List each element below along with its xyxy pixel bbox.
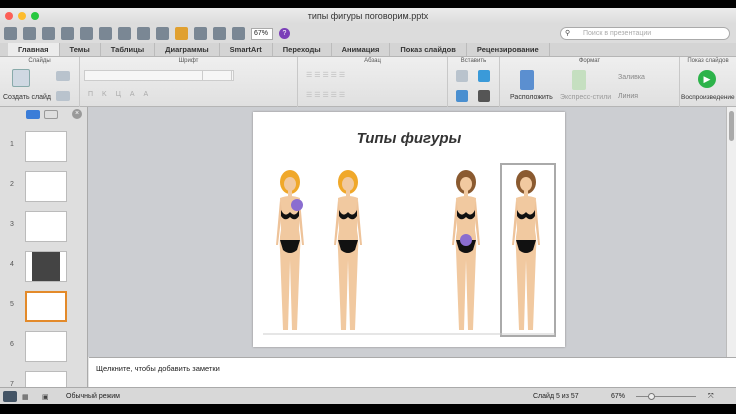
save-icon[interactable] (61, 27, 74, 40)
tab-home[interactable]: Главная (8, 43, 60, 56)
ribbon: Слайды Создать слайд Шрифт ПKЦAA Абзац ☰… (0, 57, 736, 107)
fit-window-icon[interactable]: ⤧ (708, 388, 714, 405)
zoom-percent: 67% (611, 393, 626, 400)
quick-styles-button[interactable]: Экспресс-стили (560, 94, 611, 101)
standard-toolbar: 67% ? ⚲ Поиск в презентации (0, 24, 736, 43)
minimize-button[interactable] (18, 12, 26, 20)
editor-area: × 1 2 3 4 5 6 7 Типы фигуры (0, 107, 736, 402)
figure-4 (512, 170, 540, 330)
slideshow-view-button[interactable]: ▣ (42, 389, 49, 406)
tab-themes[interactable]: Темы (60, 43, 101, 56)
group-paragraph: Абзац ☰ ☰ ☰ ☰ ☰ ☰ ☰ ☰ ☰ ☰ (298, 57, 448, 107)
redo-icon[interactable] (194, 27, 207, 40)
group-format: Формат Расположить Экспресс-стили Заливк… (500, 57, 680, 107)
group-font: Шрифт ПKЦAA (80, 57, 298, 107)
slide-sorter-icon[interactable] (213, 27, 226, 40)
copy-icon[interactable] (118, 27, 131, 40)
group-slides: Слайды Создать слайд (0, 57, 80, 107)
close-panel-icon[interactable]: × (72, 109, 82, 119)
close-button[interactable] (5, 12, 13, 20)
textbox-icon[interactable] (456, 70, 468, 82)
tab-slideshow[interactable]: Показ слайдов (390, 43, 467, 56)
ribbon-tabs: Главная Темы Таблицы Диаграммы SmartArt … (0, 43, 736, 57)
new-icon[interactable] (4, 27, 17, 40)
slide-thumbnail[interactable] (25, 211, 67, 242)
outline-view-tab[interactable] (44, 110, 58, 119)
group-insert: Вставить (448, 57, 500, 107)
status-bar: ▦ ▣ Обычный режим Слайд 5 из 57 67% ⤧ (0, 387, 736, 404)
highlight-mark (460, 234, 472, 246)
normal-view-button[interactable] (3, 391, 17, 402)
powerpoint-window: типы фигуры поговорим.pptx 67% ? ⚲ Поиск … (0, 8, 736, 404)
font-format-buttons[interactable]: ПKЦAA (88, 91, 157, 98)
arrange-icon[interactable] (520, 70, 534, 90)
fill-button[interactable]: Заливка (618, 74, 645, 81)
figure-2 (334, 170, 362, 330)
align-buttons[interactable]: ☰ ☰ ☰ ☰ ☰ (306, 91, 345, 99)
help-button[interactable]: ? (279, 28, 290, 39)
paste-icon[interactable] (137, 27, 150, 40)
tab-animations[interactable]: Анимация (332, 43, 391, 56)
slide-thumbnail[interactable] (25, 171, 67, 202)
layout-icon[interactable] (56, 71, 70, 81)
slide-counter: Слайд 5 из 57 (533, 393, 579, 400)
slide-thumbnail[interactable] (25, 251, 67, 282)
media-insert-icon[interactable] (478, 90, 490, 102)
search-input[interactable]: ⚲ Поиск в презентации (560, 27, 730, 40)
list-buttons[interactable]: ☰ ☰ ☰ ☰ ☰ (306, 71, 345, 79)
font-size-select[interactable] (202, 70, 232, 81)
search-icon: ⚲ (565, 30, 571, 37)
tab-review[interactable]: Рецензирование (467, 43, 550, 56)
sorter-view-button[interactable]: ▦ (22, 389, 29, 406)
body-types-illustration (263, 163, 556, 337)
arrange-button[interactable]: Расположить (510, 94, 553, 101)
slides-panel: × 1 2 3 4 5 6 7 (0, 107, 88, 402)
undo-icon[interactable] (175, 27, 188, 40)
templates-icon[interactable] (23, 27, 36, 40)
notes-placeholder[interactable]: Щелкните, чтобы добавить заметки (96, 364, 220, 373)
view-mode-label: Обычный режим (66, 393, 120, 400)
zoom-button[interactable] (31, 12, 39, 20)
figure-1 (276, 170, 304, 330)
zoom-slider[interactable] (636, 393, 696, 400)
window-title: типы фигуры поговорим.pptx (307, 11, 429, 21)
quick-styles-icon[interactable] (572, 70, 586, 90)
picture-icon[interactable] (478, 70, 490, 82)
slide-thumbnail-selected[interactable] (25, 291, 67, 322)
highlight-mark (291, 199, 303, 211)
group-slideshow: Показ слайдов ▶ Воспроизведение (681, 58, 735, 101)
open-icon[interactable] (42, 27, 55, 40)
cut-icon[interactable] (99, 27, 112, 40)
slide-thumbnail[interactable] (25, 331, 67, 362)
figure-3 (452, 170, 480, 330)
shape-icon[interactable] (456, 90, 468, 102)
scroll-thumb[interactable] (729, 111, 734, 141)
vertical-scrollbar[interactable] (726, 107, 736, 357)
tab-smartart[interactable]: SmartArt (220, 43, 273, 56)
new-slide-icon[interactable] (12, 69, 30, 87)
tab-tables[interactable]: Таблицы (101, 43, 156, 56)
notes-pane[interactable]: Щелкните, чтобы добавить заметки (89, 357, 736, 387)
line-button[interactable]: Линия (618, 93, 638, 100)
slide-canvas[interactable]: Типы фигуры (253, 112, 565, 347)
section-icon[interactable] (56, 91, 70, 101)
format-painter-icon[interactable] (156, 27, 169, 40)
tab-transitions[interactable]: Переходы (273, 43, 332, 56)
play-icon[interactable]: ▶ (698, 70, 716, 88)
zoom-select[interactable]: 67% (251, 27, 273, 40)
zoom-slider-thumb[interactable] (648, 393, 655, 400)
play-button[interactable]: Воспроизведение (681, 94, 735, 101)
print-icon[interactable] (80, 27, 93, 40)
tab-charts[interactable]: Диаграммы (155, 43, 220, 56)
new-slide-button[interactable]: Создать слайд (3, 94, 51, 101)
media-icon[interactable] (232, 27, 245, 40)
title-bar: типы фигуры поговорим.pptx (0, 8, 736, 24)
slide-thumbnail[interactable] (25, 131, 67, 162)
slides-view-tab[interactable] (26, 110, 40, 119)
